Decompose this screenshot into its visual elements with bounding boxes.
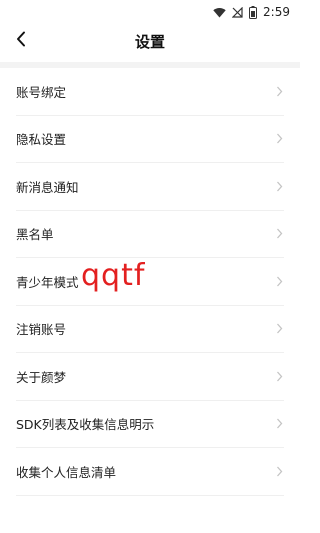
chevron-right-icon — [274, 180, 284, 192]
settings-item-label: 账号绑定 — [16, 84, 67, 100]
settings-item-label: 注销账号 — [16, 322, 67, 338]
settings-item-teen-mode[interactable]: 青少年模式 — [16, 258, 284, 306]
chevron-right-icon — [274, 228, 284, 240]
settings-item-personal-info-list[interactable]: 收集个人信息清单 — [16, 448, 284, 496]
settings-item-notifications[interactable]: 新消息通知 — [16, 163, 284, 211]
settings-list: 账号绑定 隐私设置 新消息通知 黑名单 青少年模式 注销账号 关于颜梦 SDK列… — [0, 68, 300, 496]
settings-item-privacy[interactable]: 隐私设置 — [16, 116, 284, 163]
settings-item-account-binding[interactable]: 账号绑定 — [16, 68, 284, 116]
settings-item-label: SDK列表及收集信息明示 — [16, 417, 155, 433]
chevron-right-icon — [274, 85, 284, 97]
settings-item-label: 关于颜梦 — [16, 369, 67, 385]
status-time: 2:59 — [263, 5, 290, 19]
settings-item-sdk-list[interactable]: SDK列表及收集信息明示 — [16, 401, 284, 448]
watermark: qqtf — [81, 258, 146, 293]
settings-item-label: 黑名单 — [16, 227, 54, 243]
status-bar: 2:59 — [0, 0, 300, 24]
settings-item-about[interactable]: 关于颜梦 — [16, 353, 284, 401]
page-title: 设置 — [134, 32, 165, 51]
chevron-right-icon — [274, 275, 284, 287]
wifi-icon — [213, 7, 226, 18]
settings-item-label: 隐私设置 — [16, 132, 67, 148]
settings-item-label: 新消息通知 — [16, 179, 79, 195]
settings-item-delete-account[interactable]: 注销账号 — [16, 306, 284, 353]
nav-bar: 设置 — [0, 24, 300, 58]
chevron-right-icon — [274, 370, 284, 382]
back-button[interactable] — [10, 30, 32, 52]
battery-icon — [249, 5, 258, 19]
chevron-right-icon — [274, 133, 284, 145]
chevron-right-icon — [274, 465, 284, 477]
settings-item-blacklist[interactable]: 黑名单 — [16, 211, 284, 258]
no-signal-icon — [232, 6, 243, 18]
settings-item-label: 青少年模式 — [16, 274, 79, 290]
chevron-right-icon — [274, 323, 284, 335]
chevron-right-icon — [274, 418, 284, 430]
settings-item-label: 收集个人信息清单 — [16, 464, 117, 480]
chevron-left-icon — [16, 31, 26, 51]
